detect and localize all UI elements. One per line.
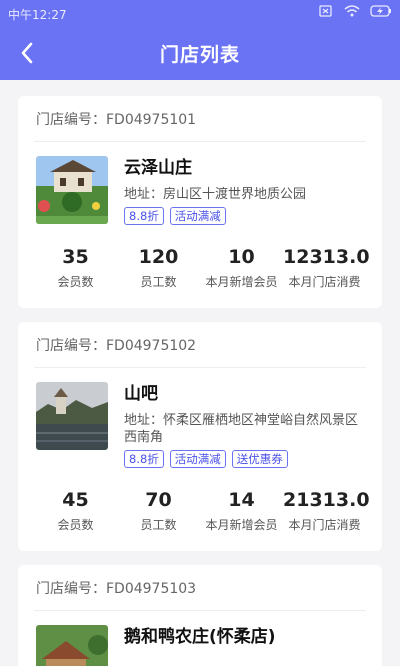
store-stats: 35 会员数 120 员工数 10 本月新增会员 12313.0 本月门店消费 <box>34 225 370 308</box>
stat-staff: 120 员工数 <box>138 246 179 289</box>
store-tag: 8.8折 <box>124 207 164 225</box>
status-time: 中午12:27 <box>8 8 67 22</box>
store-tags: 8.8折 活动满减 送优惠券 <box>124 450 366 468</box>
page-title: 门店列表 <box>159 44 240 66</box>
stat-new-members: 10 本月新增会员 <box>205 246 278 289</box>
stat-members: 45 会员数 <box>57 489 94 532</box>
store-address: 地址：房山区十渡世界地质公园 <box>124 187 307 202</box>
store-tag: 8.8折 <box>124 450 164 468</box>
battery-icon <box>370 5 391 17</box>
app-header: 中午12:27 门店列表 <box>0 0 400 80</box>
store-tag: 活动满减 <box>169 207 226 225</box>
status-bar: 中午12:27 <box>0 0 400 26</box>
store-address: 地址：怀柔区雁栖地区神堂峪自然风景区西南角 <box>124 413 359 445</box>
store-code: 门店编号：FD04975103 <box>34 565 366 611</box>
store-stats: 45 会员数 70 员工数 14 本月新增会员 21313.0 本月门店消费 <box>34 468 370 551</box>
store-photo <box>36 382 108 450</box>
store-name: 山吧 <box>124 384 158 404</box>
stat-staff: 70 员工数 <box>140 489 177 532</box>
nav-bar: 门店列表 <box>0 26 400 80</box>
store-name: 云泽山庄 <box>124 158 192 178</box>
store-name: 鹅和鸭农庄(怀柔店) <box>124 627 276 647</box>
stat-monthly-spend: 21313.0 本月门店消费 <box>283 489 370 532</box>
store-card[interactable]: 门店编号：FD04975103 鹅和鸭农庄(怀柔店) <box>18 565 382 666</box>
no-sim-icon <box>319 5 332 17</box>
stat-new-members: 14 本月新增会员 <box>205 489 278 532</box>
store-photo <box>36 156 108 224</box>
store-code: 门店编号：FD04975101 <box>34 96 366 142</box>
stat-members: 35 会员数 <box>57 246 94 289</box>
store-card[interactable]: 门店编号：FD04975102 山吧 地址：怀柔区雁栖地区神堂峪自然风景区西南角… <box>18 322 382 551</box>
wifi-icon <box>344 5 360 17</box>
stat-monthly-spend: 12313.0 本月门店消费 <box>283 246 370 289</box>
store-tags: 8.8折 活动满减 <box>124 207 366 225</box>
store-card[interactable]: 门店编号：FD04975101 云泽山庄 地址：房山区十渡世界地质公园 8.8折… <box>18 96 382 308</box>
store-photo <box>36 625 108 666</box>
store-tag: 送优惠券 <box>231 450 288 468</box>
store-code: 门店编号：FD04975102 <box>34 322 366 368</box>
store-list: 门店编号：FD04975101 云泽山庄 地址：房山区十渡世界地质公园 8.8折… <box>18 96 382 666</box>
store-tag: 活动满减 <box>169 450 226 468</box>
